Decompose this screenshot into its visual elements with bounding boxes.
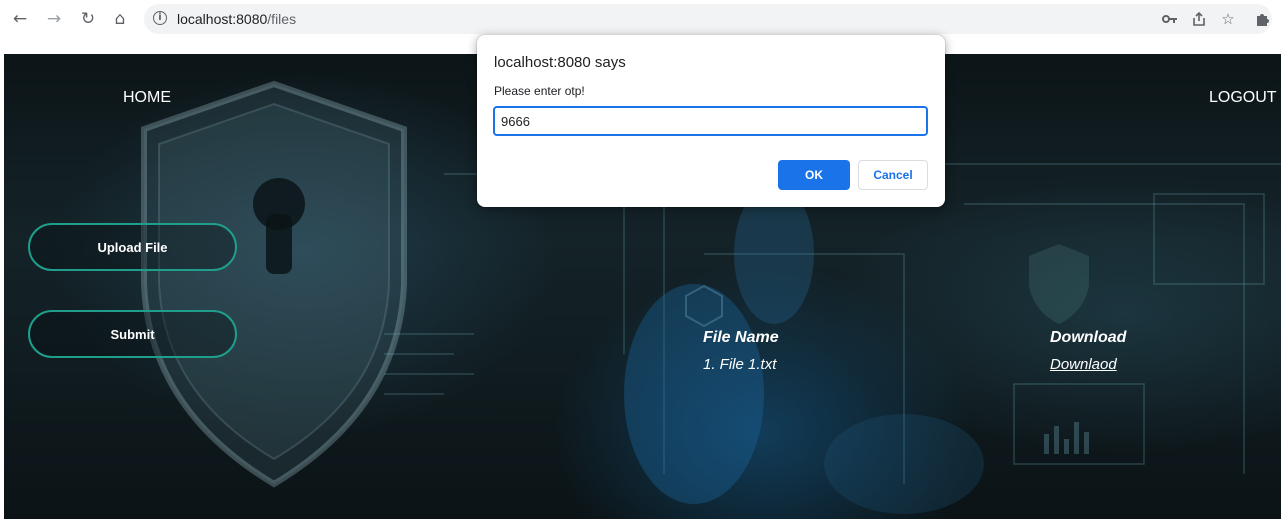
info-icon[interactable]: i bbox=[153, 11, 167, 25]
logout-link[interactable]: LOGOUT bbox=[1209, 89, 1277, 107]
otp-input[interactable] bbox=[493, 106, 928, 136]
ok-button[interactable]: OK bbox=[778, 160, 850, 190]
key-icon[interactable] bbox=[1160, 9, 1180, 29]
dialog-title: localhost:8080 says bbox=[494, 54, 626, 71]
submit-button[interactable]: Submit bbox=[28, 310, 237, 358]
back-arrow-icon[interactable]: ← bbox=[8, 7, 32, 31]
cancel-button[interactable]: Cancel bbox=[858, 160, 928, 190]
puzzle-icon[interactable] bbox=[1253, 9, 1273, 29]
reload-icon[interactable]: ↻ bbox=[76, 7, 100, 31]
download-column-header: Download bbox=[1050, 329, 1127, 346]
dialog-message: Please enter otp! bbox=[494, 84, 585, 98]
address-bar[interactable]: i localhost:8080/files ☆ bbox=[144, 4, 1272, 34]
home-icon[interactable]: ⌂ bbox=[108, 7, 132, 31]
share-icon[interactable] bbox=[1189, 9, 1209, 29]
home-link[interactable]: HOME bbox=[123, 89, 171, 107]
file-name-column-header: File Name bbox=[703, 329, 779, 346]
forward-arrow-icon[interactable]: → bbox=[42, 7, 66, 31]
url-path: /files bbox=[267, 11, 297, 27]
file-name-cell: 1. File 1.txt bbox=[703, 356, 777, 373]
url-host: localhost:8080 bbox=[177, 11, 268, 27]
browser-window: ← → ↻ ⌂ i localhost:8080/files ☆ HOME LO… bbox=[0, 0, 1281, 519]
star-icon[interactable]: ☆ bbox=[1218, 9, 1238, 29]
upload-file-button[interactable]: Upload File bbox=[28, 223, 237, 271]
browser-toolbar: ← → ↻ ⌂ i localhost:8080/files ☆ bbox=[0, 0, 1281, 38]
url-text[interactable]: localhost:8080/files bbox=[177, 11, 296, 27]
download-link[interactable]: Downlaod bbox=[1050, 356, 1117, 373]
otp-prompt-dialog: localhost:8080 says Please enter otp! OK… bbox=[477, 35, 945, 207]
